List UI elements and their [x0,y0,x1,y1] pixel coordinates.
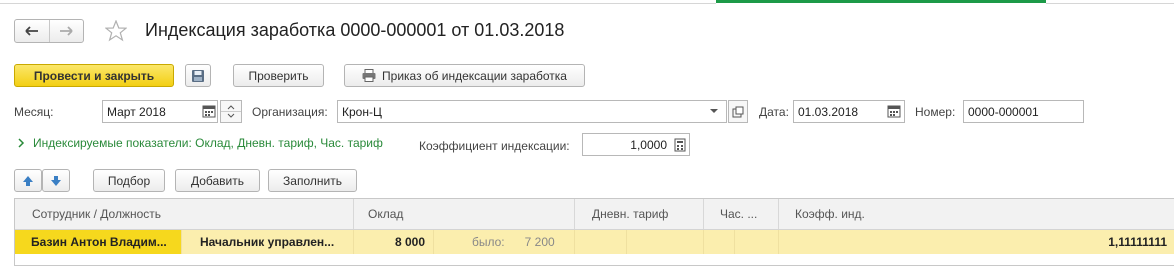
print-order-button[interactable]: Приказ об индексации заработка [344,64,585,87]
tab-strip-left [0,0,716,4]
month-field[interactable]: Март 2018 [102,100,218,123]
printer-icon [362,69,376,82]
forward-button[interactable] [48,20,84,42]
arrow-down-icon [51,175,61,186]
calendar-icon[interactable] [202,104,216,118]
number-value: 0000-000001 [968,104,1039,119]
top-tab-strip [0,0,1174,4]
col-employee[interactable]: Сотрудник / Должность [15,199,354,229]
cell-salary[interactable]: 8 000 [354,230,434,254]
col-daily-rate[interactable]: Дневн. тариф [575,199,704,229]
tab-strip-right [1046,0,1174,4]
cell-daily-rate-was [627,230,704,254]
coefficient-value: 1,0000 [630,137,667,152]
move-down-button[interactable] [42,169,70,192]
add-button[interactable]: Добавить [175,169,260,192]
post-and-close-button[interactable]: Провести и закрыть [14,64,174,87]
cell-salary-was: было: 7 200 [434,230,575,254]
chevron-down-icon[interactable] [709,107,719,115]
nav-buttons [14,19,84,43]
date-label: Дата: [759,105,789,119]
col-hourly-rate[interactable]: Час. ... [704,199,779,229]
fill-button[interactable]: Заполнить [268,169,357,192]
number-label: Номер: [915,105,956,119]
star-icon[interactable] [105,20,127,42]
select-button[interactable]: Подбор [93,169,165,192]
date-calendar-icon[interactable] [887,104,901,118]
indexation-table: Сотрудник / Должность Оклад Дневн. тариф… [14,198,1174,266]
indexed-indicators-link[interactable]: Индексируемые показатели: Оклад, Дневн. … [33,136,383,150]
move-up-button[interactable] [14,169,42,192]
page-title: Индексация заработка 0000-000001 от 01.0… [145,20,565,40]
arrow-left-icon [25,26,38,36]
month-value: Март 2018 [107,104,166,119]
cell-employee[interactable]: Базин Антон Владим... [15,230,182,254]
spin-arrows-icon [221,105,241,118]
table-row[interactable]: Базин Антон Владим... Начальник управлен… [15,230,1174,254]
date-value: 01.03.2018 [798,104,859,119]
organization-label: Организация: [252,105,328,119]
month-spinner[interactable] [220,100,242,123]
floppy-icon [192,69,204,82]
open-organization-button[interactable] [728,100,748,123]
organization-value: Крон-Ц [342,104,382,119]
month-label: Месяц: [14,105,54,119]
cell-hourly-rate[interactable] [704,230,735,254]
cell-coefficient[interactable]: 1,11111111 [779,230,1171,254]
save-button[interactable] [185,64,211,87]
cell-position[interactable]: Начальник управлен... [182,230,354,254]
back-button[interactable] [15,20,49,42]
check-button[interactable]: Проверить [233,64,324,87]
arrow-right-icon [60,26,73,36]
table-header: Сотрудник / Должность Оклад Дневн. тариф… [15,199,1174,230]
print-order-label: Приказ об индексации заработка [382,68,567,83]
col-coefficient[interactable]: Коэфф. инд. [779,199,1174,229]
arrow-up-icon [23,175,33,186]
chevron-right-icon[interactable] [17,138,25,148]
col-salary[interactable]: Оклад [354,199,575,229]
coefficient-label: Коэффициент индексации: [419,139,570,153]
open-window-icon [732,106,744,117]
number-field[interactable]: 0000-000001 [963,100,1084,123]
organization-field[interactable]: Крон-Ц [337,100,727,123]
was-label: было: [472,235,505,249]
calculator-icon[interactable] [674,138,686,152]
was-value: 7 200 [524,235,555,249]
cell-hourly-rate-was [735,230,779,254]
active-tab-indicator [716,0,1046,3]
cell-daily-rate[interactable] [575,230,627,254]
